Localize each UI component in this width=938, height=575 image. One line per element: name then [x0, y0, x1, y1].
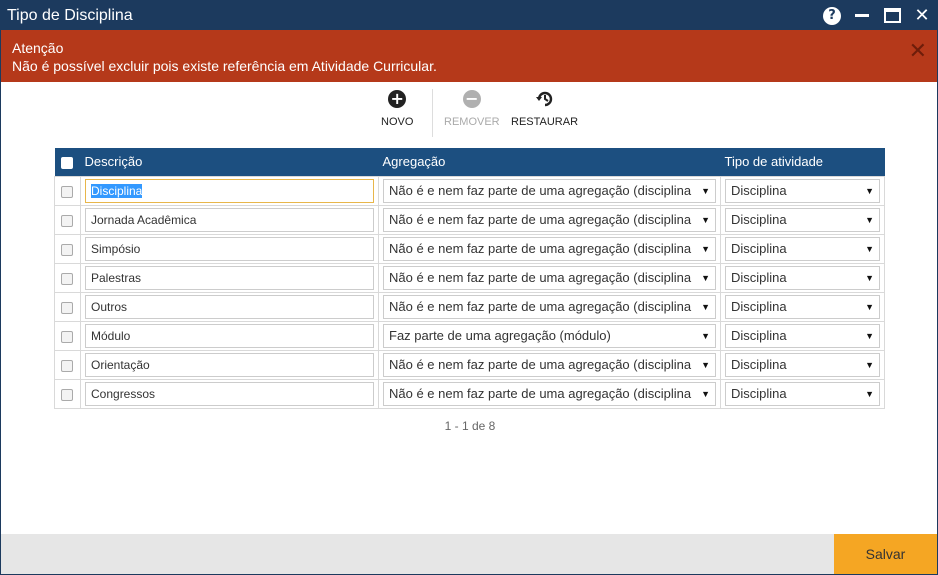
- dropdown-arrow-icon: ▼: [865, 272, 874, 283]
- table-row: Palestras Não é e nem faz parte de uma a…: [54, 262, 885, 293]
- footer-bar: Salvar: [1, 534, 937, 574]
- row-checkbox[interactable]: [61, 359, 73, 372]
- tipo-select[interactable]: Disciplina ▼: [725, 381, 880, 406]
- descricao-input[interactable]: Disciplina: [85, 178, 374, 203]
- dropdown-arrow-icon: ▼: [701, 243, 710, 254]
- descricao-input[interactable]: Palestras: [85, 265, 374, 290]
- tipo-select[interactable]: Disciplina ▼: [725, 323, 880, 348]
- minimize-icon: [855, 14, 869, 17]
- save-button[interactable]: Salvar: [834, 534, 937, 574]
- window-title: Tipo de Disciplina: [7, 6, 133, 24]
- row-checkbox[interactable]: [61, 301, 73, 314]
- descricao-input[interactable]: Orientação: [85, 352, 374, 377]
- table-row: Jornada Acadêmica Não é e nem faz parte …: [54, 204, 885, 235]
- row-checkbox[interactable]: [61, 330, 73, 343]
- header-tipo[interactable]: Tipo de atividade: [721, 148, 885, 176]
- dropdown-arrow-icon: ▼: [865, 359, 874, 370]
- tipo-select[interactable]: Disciplina ▼: [725, 265, 880, 290]
- table-header-row: Descrição Agregação Tipo de atividade: [54, 148, 885, 176]
- minus-circle-icon: −: [462, 90, 481, 108]
- agregacao-select[interactable]: Não é e nem faz parte de uma agregação (…: [383, 381, 716, 406]
- descricao-input[interactable]: Simpósio: [85, 236, 374, 261]
- descricao-input[interactable]: Congressos: [85, 381, 374, 406]
- dropdown-arrow-icon: ▼: [701, 359, 710, 370]
- dropdown-arrow-icon: ▼: [865, 243, 874, 254]
- restore-button[interactable]: RESTAURAR: [511, 89, 578, 128]
- select-all-checkbox[interactable]: [60, 156, 73, 169]
- remove-button-label: REMOVER: [444, 116, 500, 128]
- tipo-select[interactable]: Disciplina ▼: [725, 236, 880, 261]
- row-checkbox[interactable]: [61, 243, 73, 256]
- dropdown-arrow-icon: ▼: [701, 214, 710, 225]
- agregacao-select[interactable]: Faz parte de uma agregação (módulo) ▼: [383, 323, 716, 348]
- agregacao-select[interactable]: Não é e nem faz parte de uma agregação (…: [383, 207, 716, 232]
- table-row: Simpósio Não é e nem faz parte de uma ag…: [54, 233, 885, 264]
- dropdown-arrow-icon: ▼: [865, 330, 874, 341]
- maximize-button[interactable]: [877, 1, 907, 30]
- maximize-icon: [883, 8, 901, 23]
- agregacao-select[interactable]: Não é e nem faz parte de uma agregação (…: [383, 294, 716, 319]
- agregacao-select[interactable]: Não é e nem faz parte de uma agregação (…: [383, 236, 716, 261]
- tipo-select[interactable]: Disciplina ▼: [725, 207, 880, 232]
- dialog-window: Tipo de Disciplina ? ✕ Atenção Não é pos…: [0, 0, 938, 575]
- toolbar: + NOVO − REMOVER RESTAURAR: [1, 89, 937, 137]
- restore-history-icon: [535, 91, 552, 107]
- table-row: Disciplina Não é e nem faz parte de uma …: [54, 175, 885, 206]
- row-checkbox[interactable]: [61, 185, 73, 198]
- toolbar-divider: [432, 89, 433, 137]
- new-button[interactable]: + NOVO: [381, 89, 413, 128]
- new-button-label: NOVO: [381, 116, 414, 128]
- pagination-info: 1 - 1 de 8: [444, 419, 496, 433]
- close-icon: ✕: [914, 5, 930, 26]
- header-agregacao[interactable]: Agregação: [379, 148, 721, 176]
- alert-dismiss-icon[interactable]: ✕: [909, 41, 927, 63]
- restore-button-label: RESTAURAR: [511, 116, 579, 128]
- help-icon: ?: [823, 6, 841, 25]
- agregacao-select[interactable]: Não é e nem faz parte de uma agregação (…: [383, 265, 716, 290]
- row-checkbox[interactable]: [61, 214, 73, 227]
- alert-message: Não é possível excluir pois existe refer…: [12, 58, 437, 74]
- row-checkbox[interactable]: [61, 388, 73, 401]
- dropdown-arrow-icon: ▼: [865, 301, 874, 312]
- plus-circle-icon: +: [388, 90, 407, 108]
- data-table: Descrição Agregação Tipo de atividade Di…: [54, 148, 885, 409]
- agregacao-select[interactable]: Não é e nem faz parte de uma agregação (…: [383, 352, 716, 377]
- descricao-input[interactable]: Jornada Acadêmica: [85, 207, 374, 232]
- alert-title: Atenção: [12, 40, 64, 56]
- table-row: Congressos Não é e nem faz parte de uma …: [54, 378, 885, 409]
- table-row: Módulo Faz parte de uma agregação (módul…: [54, 320, 885, 351]
- tipo-select[interactable]: Disciplina ▼: [725, 294, 880, 319]
- agregacao-select[interactable]: Não é e nem faz parte de uma agregação (…: [383, 178, 716, 203]
- dropdown-arrow-icon: ▼: [865, 388, 874, 399]
- dropdown-arrow-icon: ▼: [701, 301, 710, 312]
- dropdown-arrow-icon: ▼: [701, 388, 710, 399]
- title-bar: Tipo de Disciplina ? ✕: [1, 1, 937, 30]
- descricao-input[interactable]: Módulo: [85, 323, 374, 348]
- descricao-input[interactable]: Outros: [85, 294, 374, 319]
- remove-button[interactable]: − REMOVER: [444, 89, 500, 128]
- help-button[interactable]: ?: [817, 1, 847, 30]
- dropdown-arrow-icon: ▼: [701, 185, 710, 196]
- dropdown-arrow-icon: ▼: [701, 272, 710, 283]
- table-row: Orientação Não é e nem faz parte de uma …: [54, 349, 885, 380]
- close-button[interactable]: ✕: [907, 1, 937, 30]
- tipo-select[interactable]: Disciplina ▼: [725, 178, 880, 203]
- dropdown-arrow-icon: ▼: [701, 330, 710, 341]
- dropdown-arrow-icon: ▼: [865, 214, 874, 225]
- row-checkbox[interactable]: [61, 272, 73, 285]
- dropdown-arrow-icon: ▼: [865, 185, 874, 196]
- header-descricao[interactable]: Descrição: [81, 148, 379, 176]
- alert-banner: Atenção Não é possível excluir pois exis…: [1, 30, 937, 82]
- tipo-select[interactable]: Disciplina ▼: [725, 352, 880, 377]
- table-row: Outros Não é e nem faz parte de uma agre…: [54, 291, 885, 322]
- minimize-button[interactable]: [847, 1, 877, 30]
